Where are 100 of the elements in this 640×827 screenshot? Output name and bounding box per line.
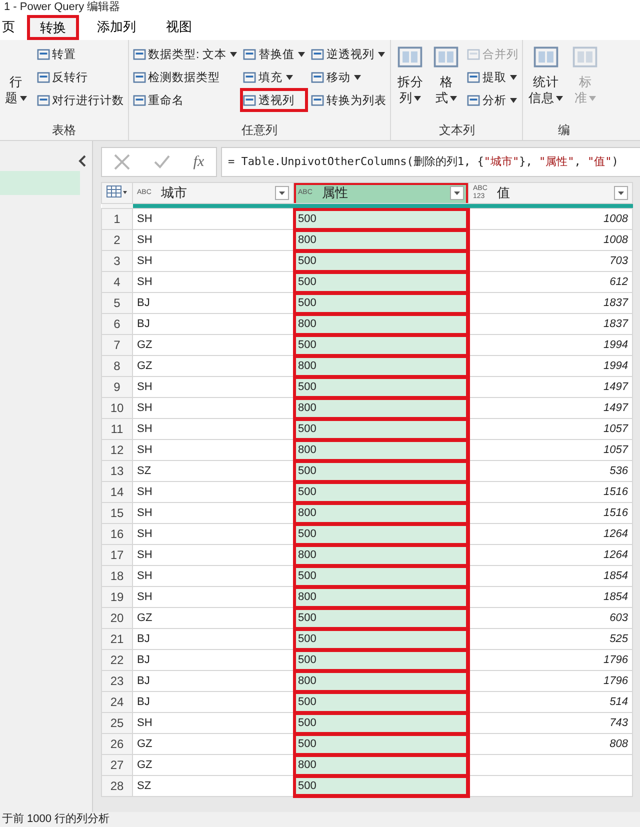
ribbon-tab[interactable]: 转换 — [27, 14, 79, 40]
ribbon-button[interactable]: 提取 — [465, 66, 520, 88]
ribbon-large-button[interactable]: 统计 信息 — [525, 43, 566, 106]
row-number: 17 — [102, 544, 132, 566]
ribbon-large-button[interactable]: 行 题 — [2, 43, 33, 106]
command-icon — [311, 94, 324, 106]
ribbon-button[interactable]: 检测数据类型 — [131, 66, 240, 88]
ribbon-button[interactable]: 逆透视列 — [309, 43, 388, 65]
table-cell: 500 — [294, 250, 468, 272]
table-cell: 500 — [294, 482, 468, 502]
table-cell: 500 — [294, 712, 468, 734]
table-cell: 1837 — [468, 292, 632, 314]
table-cell: 1854 — [468, 566, 632, 586]
row-number: 7 — [102, 334, 132, 356]
row-number: 28 — [102, 776, 132, 796]
table-cell: 612 — [468, 272, 632, 292]
filter-dropdown-icon[interactable] — [614, 186, 628, 200]
table-cell: 500 — [294, 566, 468, 586]
ribbon-button[interactable]: 替换值 — [241, 43, 308, 65]
caret-icon — [298, 52, 306, 56]
command-icon — [243, 70, 256, 84]
ribbon-button[interactable]: 对行进行计数 — [35, 89, 126, 111]
row-number: 22 — [102, 650, 132, 670]
row-number: 6 — [102, 314, 132, 334]
table-cell: 808 — [468, 734, 632, 754]
table-cell: 500 — [294, 692, 468, 712]
ribbon-tab[interactable]: 添加列 — [85, 14, 148, 40]
table-cell: 1516 — [468, 482, 632, 502]
table-cell: 800 — [294, 398, 468, 418]
row-number: 5 — [102, 292, 132, 314]
row-number: 26 — [102, 734, 132, 754]
check-icon[interactable] — [154, 155, 170, 169]
command-icon — [133, 70, 146, 84]
ribbon-button[interactable]: 反转行 — [35, 66, 126, 88]
table-cell: 500 — [294, 272, 468, 292]
status-text: 于前 1000 行的列分析 — [0, 812, 640, 827]
command-icon — [37, 48, 50, 60]
table-cell: 500 — [294, 208, 468, 230]
ribbon-tab[interactable]: 视图 — [154, 14, 204, 40]
ribbon-button[interactable]: 数据类型: 文本 — [131, 43, 240, 65]
table-cell: 800 — [294, 544, 468, 566]
table-cell: 1008 — [468, 208, 632, 230]
command-icon — [37, 70, 50, 84]
table-cell: 500 — [294, 460, 468, 482]
row-number: 14 — [102, 482, 132, 502]
table-cell: 500 — [294, 334, 468, 356]
table-cell: 1008 — [468, 230, 632, 250]
caret-icon — [589, 96, 596, 100]
table-cell: 500 — [294, 608, 468, 628]
command-icon — [467, 48, 480, 60]
table-cell: 800 — [294, 754, 468, 776]
command-icon — [243, 48, 256, 60]
ribbon-tab[interactable]: 页 — [0, 14, 21, 40]
caret-icon — [556, 96, 564, 100]
ribbon-large-button[interactable]: 格 式 — [429, 43, 464, 106]
ribbon-large-button[interactable]: 拆分 列 — [393, 43, 428, 106]
caret-icon — [378, 52, 386, 56]
caret-icon — [286, 74, 294, 80]
ribbon-button[interactable]: 移动 — [309, 66, 388, 88]
table-cell: 500 — [294, 776, 468, 796]
table-cell: 800 — [294, 586, 468, 608]
group-label: 编 — [556, 122, 571, 139]
ribbon-button[interactable]: 分析 — [465, 89, 520, 111]
row-number: 4 — [102, 272, 132, 292]
group-label: 表格 — [51, 122, 77, 139]
table-cell: 800 — [294, 440, 468, 460]
formula-field[interactable]: = Table.UnpivotOtherColumns(删除的列1, {"城市"}, "属性", "值") — [221, 147, 640, 177]
insert-function-button[interactable]: fx — [193, 154, 204, 170]
row-number: 16 — [102, 524, 132, 544]
ribbon-button[interactable]: 转换为列表 — [309, 89, 388, 111]
filter-dropdown-icon[interactable] — [450, 186, 464, 200]
caret-icon — [510, 98, 518, 102]
ribbon-button[interactable]: 填充 — [241, 66, 308, 88]
row-number: 13 — [102, 460, 132, 482]
ribbon-button[interactable]: 透视列 — [241, 89, 308, 111]
row-number: 24 — [102, 692, 132, 712]
ribbon-button[interactable]: 转置 — [35, 43, 126, 65]
group-label: 任意列 — [240, 122, 279, 139]
row-number: 18 — [102, 566, 132, 586]
collapse-chevron-icon[interactable] — [78, 155, 88, 167]
caret-icon — [354, 74, 362, 80]
command-icon — [243, 94, 256, 106]
caret-icon — [230, 52, 238, 56]
table-cell: 1057 — [468, 440, 632, 460]
row-number: 12 — [102, 440, 132, 460]
table-cell: 525 — [468, 628, 632, 650]
filter-dropdown-icon[interactable] — [275, 186, 289, 200]
row-number: 20 — [102, 608, 132, 628]
command-icon — [133, 94, 146, 106]
window-title: 1 - Power Query 编辑器 — [0, 0, 640, 14]
table-cell: 800 — [294, 314, 468, 334]
table-menu-icon[interactable] — [106, 184, 128, 198]
table-cell: 500 — [294, 292, 468, 314]
table-cell: 743 — [468, 712, 632, 734]
command-icon — [133, 48, 146, 60]
ribbon-button[interactable]: 重命名 — [131, 89, 240, 111]
table-cell: 800 — [294, 230, 468, 250]
group-label: 文本列 — [438, 122, 476, 139]
table-cell: 500 — [294, 734, 468, 754]
table-cell: 1796 — [468, 670, 632, 692]
